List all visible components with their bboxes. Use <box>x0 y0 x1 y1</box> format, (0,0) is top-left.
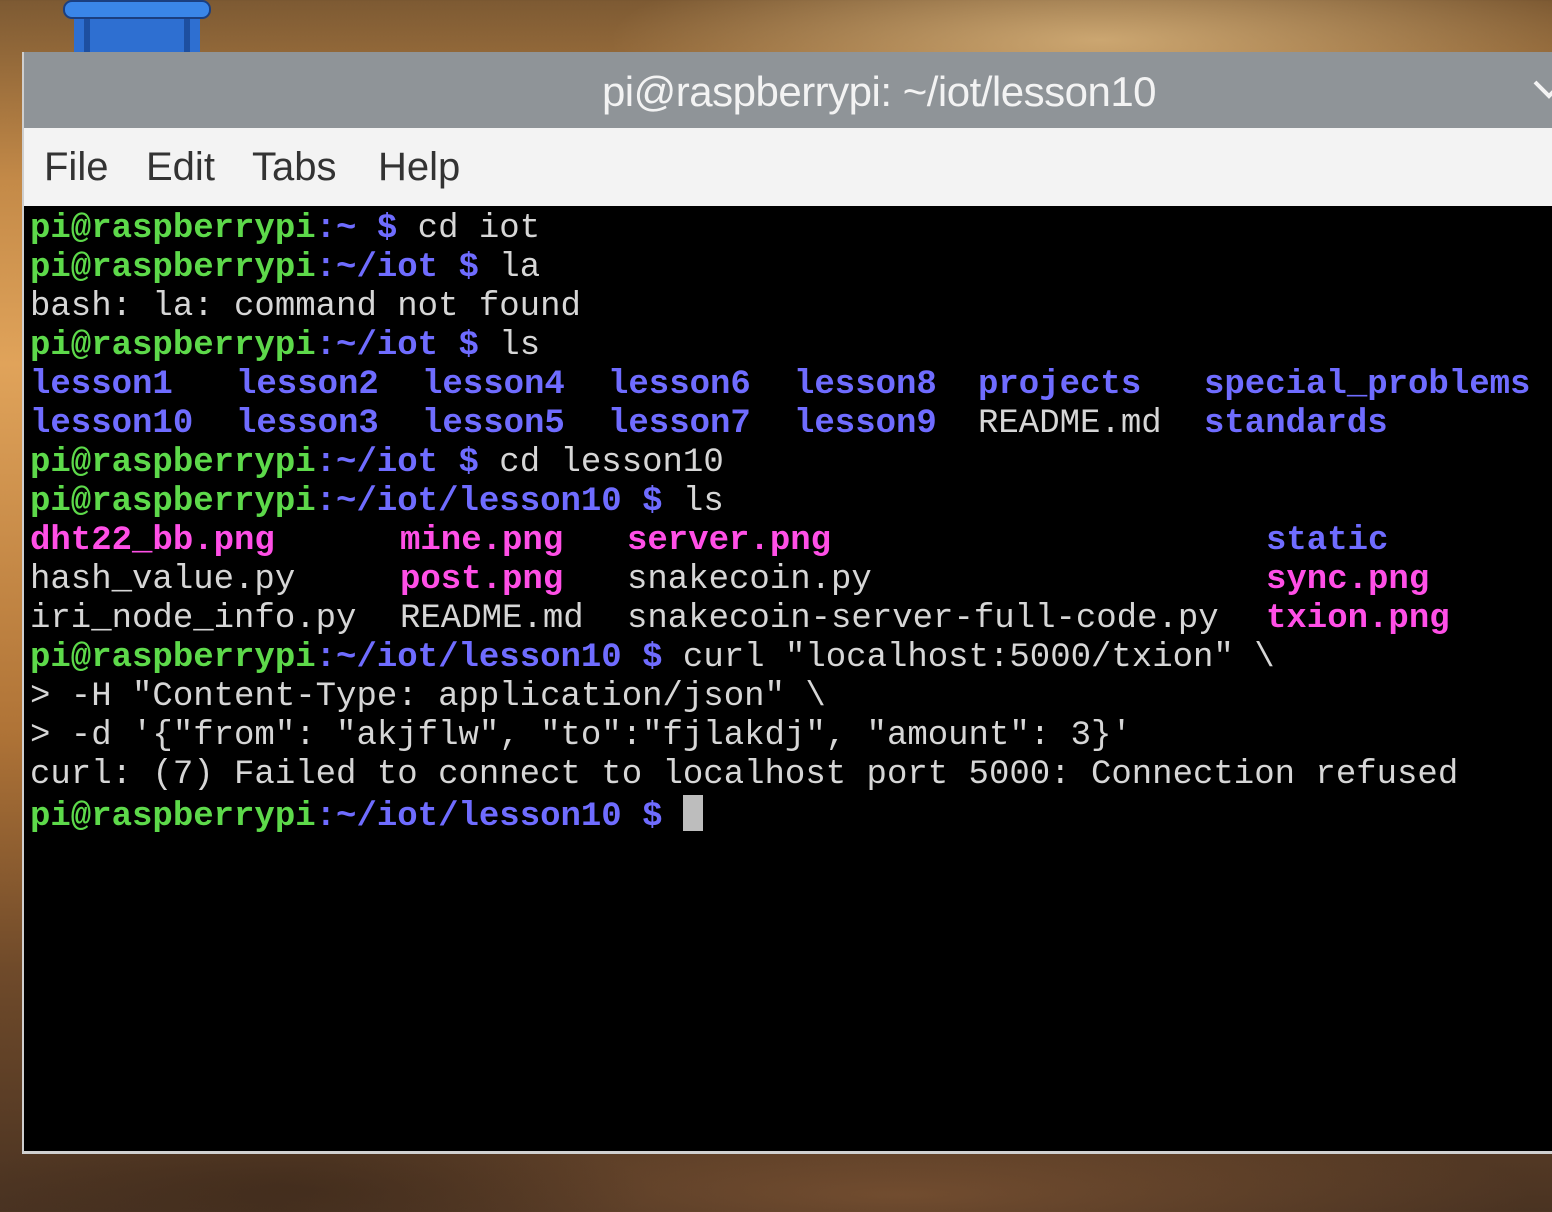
output-line: > -H "Content-Type: application/json" \ <box>30 678 826 716</box>
command-text: ls <box>662 483 724 521</box>
dir-entry: lesson6 <box>608 366 751 404</box>
dir-entry: lesson10 <box>30 405 194 443</box>
trash-can-icon[interactable] <box>62 0 212 52</box>
file-entry: README.md <box>978 405 1162 443</box>
file-entry: post.png <box>400 561 564 599</box>
prompt-symbol: $ <box>621 483 663 521</box>
command-text: cd iot <box>397 210 541 248</box>
prompt-path: :~/iot <box>315 327 439 365</box>
terminal-line: pi@raspberrypi:~/iot/lesson10 $ ls <box>30 483 724 522</box>
file-entry: hash_value.py <box>30 561 296 599</box>
command-text: la <box>478 249 541 287</box>
prompt-path: :~/iot/lesson10 <box>315 639 622 677</box>
file-entry: mine.png <box>400 522 564 560</box>
prompt-user: pi@raspberrypi <box>30 327 316 365</box>
prompt-user: pi@raspberrypi <box>30 210 316 248</box>
prompt-symbol: $ <box>438 327 479 365</box>
file-entry: server.png <box>627 522 832 560</box>
dir-entry: lesson2 <box>236 366 379 404</box>
file-entry: dht22_bb.png <box>30 522 275 560</box>
command-text: cd lesson10 <box>478 444 724 482</box>
prompt-user: pi@raspberrypi <box>30 798 316 836</box>
dir-entry: standards <box>1204 405 1388 443</box>
prompt-path: :~/iot <box>315 249 439 287</box>
terminal-output[interactable]: pi@raspberrypi:~ $ cd iot pi@raspberrypi… <box>28 206 1552 1146</box>
menu-file[interactable]: File <box>44 145 108 190</box>
file-entry: README.md <box>400 600 584 638</box>
dir-entry: lesson5 <box>422 405 565 443</box>
text-cursor[interactable] <box>682 795 703 831</box>
file-entry: iri_node_info.py <box>30 600 357 638</box>
dir-entry: lesson7 <box>608 405 751 443</box>
title-bar[interactable]: pi@raspberrypi: ~/iot/lesson10 <box>24 52 1552 128</box>
terminal-line: pi@raspberrypi:~ $ cd iot <box>30 210 540 249</box>
prompt-path: :~/iot <box>315 444 439 482</box>
menu-help[interactable]: Help <box>378 145 460 190</box>
file-entry: sync.png <box>1266 561 1430 599</box>
dir-entry: lesson9 <box>794 405 937 443</box>
error-line: curl: (7) Failed to connect to localhost… <box>30 756 1459 794</box>
command-text: ls <box>478 327 541 365</box>
prompt-user: pi@raspberrypi <box>30 444 316 482</box>
terminal-line: pi@raspberrypi:~/iot/lesson10 $ <box>30 795 703 836</box>
prompt-symbol: $ <box>621 639 663 677</box>
terminal-line: pi@raspberrypi:~/iot $ cd lesson10 <box>30 444 724 483</box>
prompt-symbol: $ <box>438 444 479 482</box>
prompt-user: pi@raspberrypi <box>30 483 316 521</box>
terminal-line: pi@raspberrypi:~/iot $ la <box>30 249 540 288</box>
prompt-user: pi@raspberrypi <box>30 639 316 677</box>
prompt-path: :~/iot/lesson10 <box>315 798 622 836</box>
terminal-line: pi@raspberrypi:~/iot/lesson10 $ curl "lo… <box>30 639 1275 678</box>
dir-entry: static <box>1266 522 1389 560</box>
prompt-symbol: $ <box>356 210 398 248</box>
prompt-symbol: $ <box>438 249 479 287</box>
dir-entry: special_problems <box>1204 366 1531 404</box>
command-text: curl "localhost:5000/txion" \ <box>662 639 1275 677</box>
dir-entry: projects <box>978 366 1142 404</box>
command-text <box>663 798 683 836</box>
file-entry: txion.png <box>1266 600 1450 638</box>
chevron-down-icon[interactable] <box>1529 74 1552 104</box>
output-line: bash: la: command not found <box>30 288 581 326</box>
dir-entry: lesson3 <box>236 405 379 443</box>
window-title: pi@raspberrypi: ~/iot/lesson10 <box>601 68 1157 115</box>
menu-edit[interactable]: Edit <box>146 145 215 190</box>
menu-tabs[interactable]: Tabs <box>252 145 337 190</box>
prompt-path: :~ <box>315 210 357 248</box>
dir-entry: lesson1 <box>30 366 173 404</box>
terminal-window[interactable]: pi@raspberrypi: ~/iot/lesson10 File Edit… <box>22 52 1552 1154</box>
prompt-path: :~/iot/lesson10 <box>315 483 622 521</box>
terminal-line: pi@raspberrypi:~/iot $ ls <box>30 327 540 366</box>
file-entry: snakecoin.py <box>627 561 872 599</box>
output-line: > -d '{"from": "akjflw", "to":"fjlakdj",… <box>30 717 1132 755</box>
dir-entry: lesson8 <box>794 366 937 404</box>
prompt-user: pi@raspberrypi <box>30 249 316 287</box>
file-entry: snakecoin-server-full-code.py <box>627 600 1219 638</box>
dir-entry: lesson4 <box>422 366 565 404</box>
prompt-symbol: $ <box>621 798 663 836</box>
